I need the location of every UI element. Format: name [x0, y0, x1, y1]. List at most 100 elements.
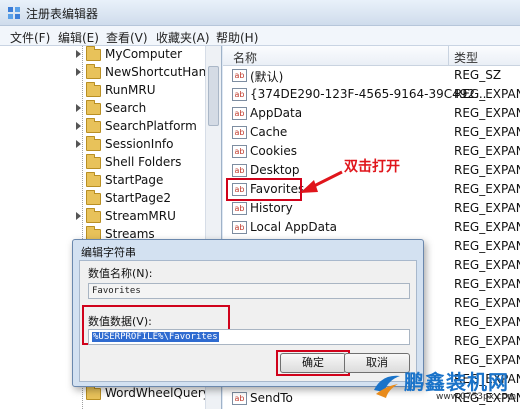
expand-arrow-icon[interactable]	[76, 50, 81, 58]
value-type: REG_EXPAND	[454, 163, 520, 177]
value-name-label: 数值名称(N):	[88, 267, 153, 280]
folder-icon	[86, 64, 101, 79]
folder-icon	[86, 172, 101, 187]
value-type: REG_EXPAND	[454, 296, 520, 310]
value-name: Desktop	[250, 163, 300, 177]
value-type: REG_EXPAND	[454, 334, 520, 348]
value-name: {374DE290-123F-4565-9164-39C492...	[250, 87, 487, 101]
value-name-field: Favorites	[88, 283, 410, 299]
value-type: REG_EXPAND	[454, 87, 520, 101]
title-bar: 注册表编辑器	[0, 0, 520, 26]
ok-button[interactable]: 确定	[280, 353, 346, 373]
folder-icon	[86, 385, 101, 400]
string-value-icon: ab	[232, 392, 247, 405]
annotation-text: 双击打开	[344, 159, 400, 175]
folder-icon	[86, 136, 101, 151]
value-type: REG_EXPAND	[454, 201, 520, 215]
tree-node-label: WordWheelQuery	[105, 386, 210, 400]
value-type: REG_EXPAND	[454, 182, 520, 196]
value-type: REG_EXPAND	[454, 106, 520, 120]
value-data-selected-text: %USERPROFILE%\Favorites	[92, 332, 219, 342]
tree-node[interactable]: RunMRU	[76, 82, 216, 100]
value-type: REG_SZ	[454, 68, 502, 82]
menu-favorites[interactable]: 收藏夹(A)	[156, 29, 210, 46]
value-type: REG_EXPAND	[454, 125, 520, 139]
menu-view[interactable]: 查看(V)	[106, 29, 148, 46]
value-type: REG_EXPAND	[454, 258, 520, 272]
folder-icon	[86, 118, 101, 133]
tree-node[interactable]: NewShortcutHandle	[76, 64, 221, 82]
value-row[interactable]: ab (默认) REG_SZ	[223, 67, 520, 86]
folder-icon	[86, 190, 101, 205]
folder-icon	[86, 100, 101, 115]
tree-node-label: Search	[105, 101, 147, 115]
tree-node[interactable]: StartPage2	[76, 190, 216, 208]
folder-icon	[86, 154, 101, 169]
string-value-icon: ab	[232, 88, 247, 101]
watermark-url: www.0753px.com	[436, 392, 517, 402]
tree-node-label: SessionInfo	[105, 137, 174, 151]
tree-node-label: StartPage	[105, 173, 164, 187]
string-value-icon: ab	[232, 221, 247, 234]
expand-arrow-icon[interactable]	[76, 122, 81, 130]
menu-file[interactable]: 文件(F)	[10, 29, 50, 46]
value-type: REG_EXPAND	[454, 220, 520, 234]
column-divider[interactable]	[448, 46, 449, 66]
menu-edit[interactable]: 编辑(E)	[58, 29, 99, 46]
value-name: SendTo	[250, 391, 293, 405]
tree-node[interactable]: StreamMRU	[76, 208, 216, 226]
folder-icon	[86, 82, 101, 97]
expand-arrow-icon[interactable]	[76, 68, 81, 76]
column-name-header[interactable]: 名称	[233, 49, 257, 66]
value-row[interactable]: ab {374DE290-123F-4565-9164-39C492... REG_…	[223, 86, 520, 105]
annotation-arrow-icon	[300, 170, 343, 193]
string-value-icon: ab	[232, 164, 247, 177]
tree-scrollbar-thumb[interactable]	[208, 66, 219, 126]
folder-icon	[86, 208, 101, 223]
tree-node-label: RunMRU	[105, 83, 156, 97]
tree-node[interactable]: Shell Folders	[76, 154, 216, 172]
value-name: AppData	[250, 106, 303, 120]
string-value-icon: ab	[232, 69, 247, 82]
tree-node[interactable]: SearchPlatform	[76, 118, 216, 136]
column-header: 名称 类型	[223, 46, 520, 66]
registry-icon	[8, 7, 20, 19]
tree-node[interactable]: MyComputer	[76, 46, 216, 64]
tree-node[interactable]: StartPage	[76, 172, 216, 190]
column-type-header[interactable]: 类型	[454, 49, 478, 66]
dialog-body: 数值名称(N): Favorites 数值数据(V): %USERPROFILE…	[79, 260, 417, 382]
string-value-icon: ab	[232, 145, 247, 158]
expand-arrow-icon[interactable]	[76, 104, 81, 112]
value-row[interactable]: abAppData REG_EXPAND	[223, 105, 520, 124]
tree-node-label: MyComputer	[105, 47, 183, 61]
value-type: REG_EXPAND	[454, 239, 520, 253]
value-data-input[interactable]: %USERPROFILE%\Favorites	[88, 329, 410, 345]
value-name: Local AppData	[250, 220, 338, 234]
menu-help[interactable]: 帮助(H)	[216, 29, 258, 46]
window-title: 注册表编辑器	[26, 7, 99, 21]
tree-node[interactable]: Search	[76, 100, 216, 118]
string-value-icon: ab	[232, 202, 247, 215]
value-type: REG_EXPAND	[454, 144, 520, 158]
folder-icon	[86, 46, 101, 61]
value-row[interactable]: abHistory REG_EXPAND	[223, 200, 520, 219]
expand-arrow-icon[interactable]	[76, 212, 81, 220]
value-name: (默认)	[250, 70, 284, 84]
string-value-icon: ab	[232, 126, 247, 139]
value-name: Cache	[250, 125, 288, 139]
value-row[interactable]: abLocal AppData REG_EXPAND	[223, 219, 520, 238]
value-type: REG_EXPAND	[454, 315, 520, 329]
value-row[interactable]: abCache REG_EXPAND	[223, 124, 520, 143]
watermark: 鹏鑫装机网 www.0753px.com	[370, 364, 520, 409]
tree-node-label: Shell Folders	[105, 155, 182, 169]
tree-node[interactable]: WordWheelQuery	[76, 385, 216, 403]
tree-node-label: StartPage2	[105, 191, 171, 205]
tree-node-label: SearchPlatform	[105, 119, 197, 133]
dialog-title: 编辑字符串	[81, 246, 136, 259]
string-value-icon: ab	[232, 107, 247, 120]
tree-node[interactable]: SessionInfo	[76, 136, 216, 154]
expand-arrow-icon[interactable]	[76, 140, 81, 148]
favorites-highlight-box	[226, 178, 302, 201]
watermark-logo-icon	[374, 375, 400, 398]
value-type: REG_EXPAND	[454, 277, 520, 291]
